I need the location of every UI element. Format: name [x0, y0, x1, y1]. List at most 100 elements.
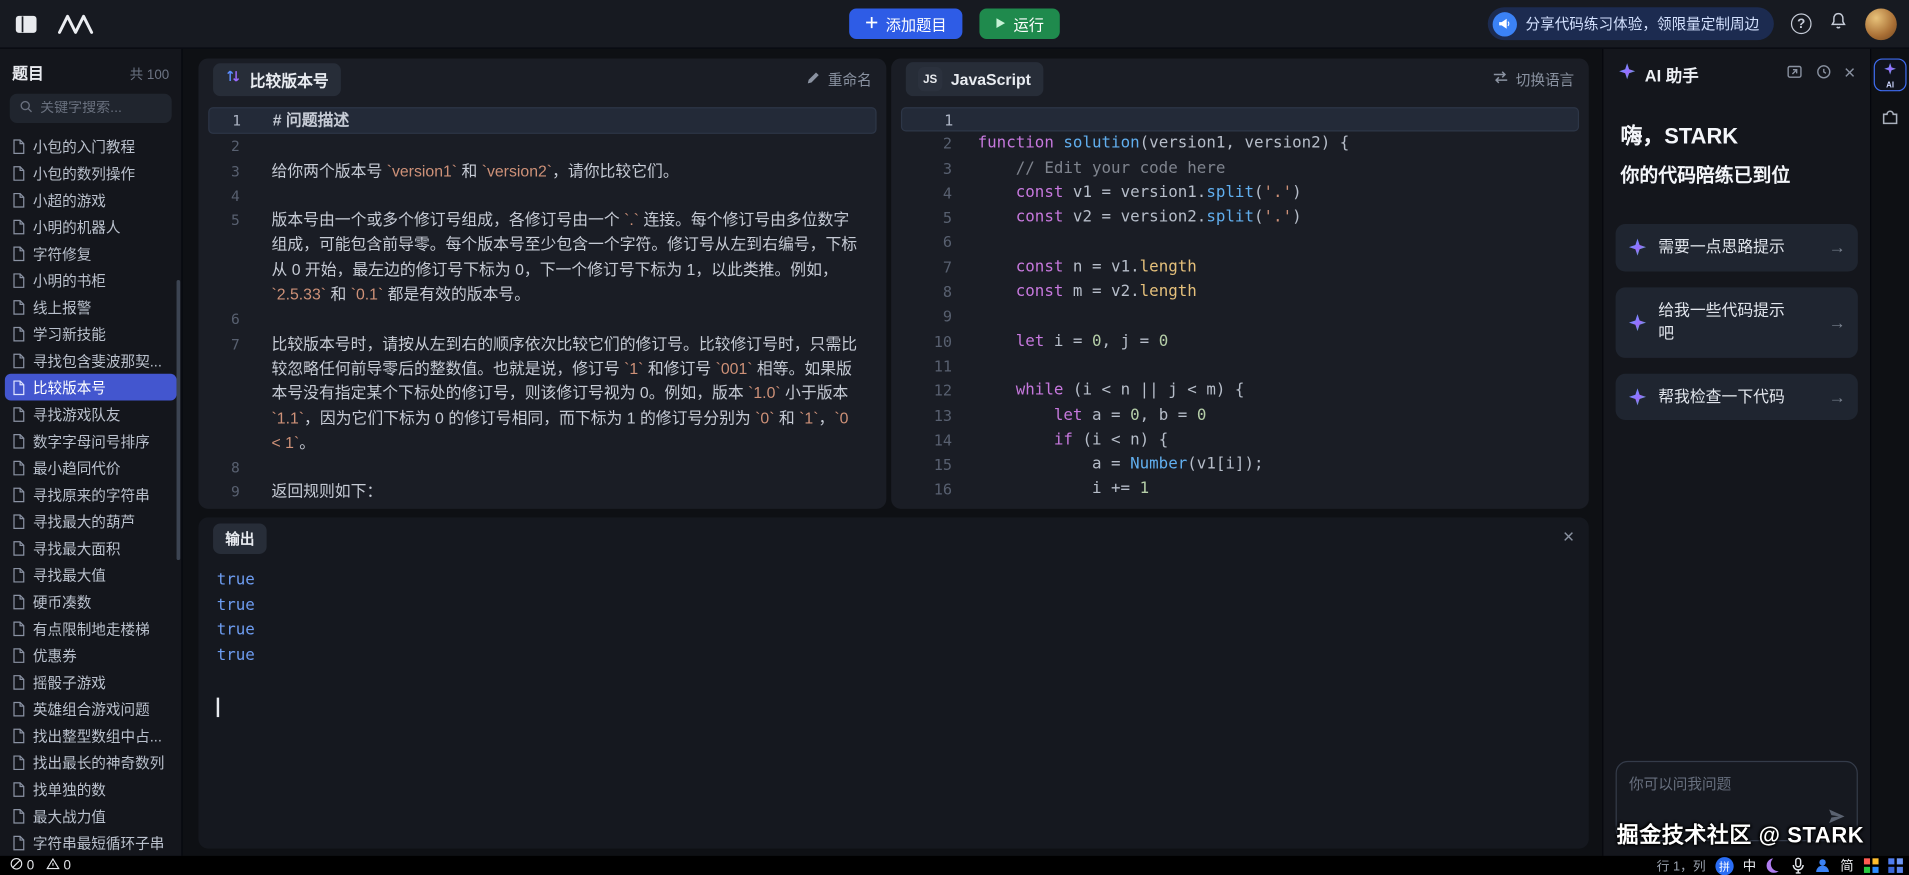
description-line[interactable]: 9 返回规则如下：: [208, 480, 876, 505]
sidebar-scrollbar[interactable]: [176, 280, 181, 561]
sidebar-item-problem[interactable]: 最大战力值: [5, 802, 177, 829]
warnings-indicator[interactable]: 0: [46, 857, 71, 874]
ai-greeting: 嗨，STARK: [1620, 124, 1739, 149]
description-line[interactable]: 3 给你两个版本号 `version1` 和 `version2`，请你比较它们。: [208, 159, 876, 184]
description-text: [252, 307, 877, 332]
close-output-button[interactable]: ×: [1563, 528, 1574, 547]
rename-button[interactable]: 重命名: [806, 69, 872, 90]
sidebar-item-problem[interactable]: 小包的入门教程: [5, 133, 177, 160]
sidebar-item-problem[interactable]: 字符串最短循环子串: [5, 829, 177, 856]
sidebar-item-problem[interactable]: 寻找包含斐波那契...: [5, 347, 177, 374]
arrow-right-icon: →: [1828, 237, 1846, 258]
code-line[interactable]: 16 i += 1: [901, 478, 1579, 503]
language-tab[interactable]: JS JavaScript: [905, 62, 1044, 97]
description-line[interactable]: 8: [208, 456, 876, 481]
sidebar-item-problem[interactable]: 摇骰子游戏: [5, 668, 177, 695]
description-line[interactable]: 2: [208, 134, 876, 159]
code-line[interactable]: 4 const v1 = version1.split('.'): [901, 181, 1579, 206]
sidebar-item-problem[interactable]: 英雄组合游戏问题: [5, 695, 177, 722]
sidebar-item-problem[interactable]: 优惠券: [5, 642, 177, 669]
sidebar-item-problem[interactable]: 寻找游戏队友: [5, 401, 177, 428]
description-line[interactable]: 1 # 问题描述: [208, 107, 877, 135]
sidebar-item-problem[interactable]: 数字字母问号排序: [5, 427, 177, 454]
sidebar-item-problem[interactable]: 小明的书柜: [5, 267, 177, 294]
description-line[interactable]: 5 版本号由一个或多个修订号组成，各修订号由一个 `.` 连接。每个修订号由多位数…: [208, 208, 876, 307]
ai-suggestion-card[interactable]: 帮我检查一下代码 →: [1615, 373, 1858, 421]
sidebar-item-problem[interactable]: 字符修复: [5, 240, 177, 267]
sidebar-item-problem[interactable]: 找出最长的神奇数列: [5, 749, 177, 776]
run-button[interactable]: 运行: [979, 8, 1060, 39]
sidebar-item-problem[interactable]: 寻找最大值: [5, 561, 177, 588]
add-problem-label: 添加题目: [885, 17, 947, 35]
expand-icon[interactable]: [1786, 63, 1803, 86]
ime-lang-icon[interactable]: 中: [1741, 855, 1758, 875]
description-line[interactable]: 4: [208, 184, 876, 209]
promo-banner[interactable]: 分享代码练习体验，领限量定制周边: [1487, 7, 1774, 41]
help-button[interactable]: ?: [1790, 13, 1812, 35]
sidebar-item-problem[interactable]: 寻找原来的字符串: [5, 481, 177, 508]
night-mode-icon[interactable]: [1765, 855, 1782, 875]
sidebar-toggle-icon[interactable]: [15, 14, 38, 33]
ai-assistant-panel: AI 助手 × 嗨，STARK 你的代码陪练已到位 需要一点思路提示 → 给我一些代…: [1602, 48, 1871, 856]
sidebar-item-problem[interactable]: 线上报警: [5, 293, 177, 320]
add-problem-button[interactable]: 添加题目: [849, 8, 963, 39]
sidebar-item-problem[interactable]: 硬币凑数: [5, 588, 177, 615]
close-ai-button[interactable]: ×: [1844, 64, 1855, 84]
code-line[interactable]: 11: [901, 354, 1579, 379]
app-logo-icon[interactable]: [57, 13, 96, 35]
code-line[interactable]: 15 a = Number(v1[i]);: [901, 453, 1579, 478]
ai-suggestion-card[interactable]: 需要一点思路提示 →: [1615, 224, 1858, 272]
code-text: let a = 0, b = 0: [1053, 406, 1207, 425]
errors-indicator[interactable]: 0: [10, 857, 34, 874]
sidebar-item-problem[interactable]: 比较版本号: [4, 373, 177, 401]
rename-label: 重命名: [827, 71, 872, 89]
ai-suggestion-card[interactable]: 给我一些代码提示吧 →: [1615, 287, 1858, 358]
code-line[interactable]: 14 if (i < n) {: [901, 428, 1579, 453]
description-line[interactable]: 6: [208, 307, 876, 332]
switch-language-button[interactable]: 切换语言: [1493, 69, 1574, 90]
sidebar-item-problem[interactable]: 小明的机器人: [5, 213, 177, 240]
sidebar-item-problem[interactable]: 寻找最大面积: [5, 534, 177, 561]
sidebar-item-problem[interactable]: 学习新技能: [5, 320, 177, 347]
description-editor[interactable]: 1 # 问题描述 2 3 给你两个版本号 `version1` 和 `version2`…: [198, 100, 886, 505]
code-line[interactable]: 6: [901, 231, 1579, 256]
code-editor[interactable]: 1 2 function solution(version1, version2) …: [891, 100, 1589, 503]
description-text: [252, 134, 877, 159]
problem-item-label: 最大战力值: [32, 807, 106, 825]
code-line[interactable]: 1: [900, 107, 1580, 132]
description-line[interactable]: 7 比较版本号时，请按从左到右的顺序依次比较它们的修订号。比较修订号时，只需比较忽…: [208, 332, 876, 456]
sidebar-item-problem[interactable]: 有点限制地走楼梯: [5, 615, 177, 642]
app-grid-icon[interactable]: [1863, 855, 1880, 875]
sidebar-item-problem[interactable]: 寻找最大的葫芦: [5, 508, 177, 535]
problem-title-tab[interactable]: 比较版本号: [213, 62, 341, 96]
history-icon[interactable]: [1815, 63, 1832, 86]
account-icon[interactable]: [1814, 855, 1831, 875]
sidebar-item-problem[interactable]: 小超的游戏: [5, 186, 177, 213]
code-line[interactable]: 13 let a = 0, b = 0: [901, 404, 1579, 429]
notifications-button[interactable]: [1829, 11, 1848, 37]
code-line[interactable]: 3 // Edit your code here: [901, 157, 1579, 182]
code-line[interactable]: 2 function solution(version1, version2) {: [901, 132, 1579, 157]
launcher-grid-icon[interactable]: [1887, 855, 1904, 875]
output-area[interactable]: true true true true: [198, 559, 1588, 720]
code-line[interactable]: 10 let i = 0, j = 0: [901, 330, 1579, 355]
extensions-button[interactable]: [1880, 106, 1901, 133]
ime-pinyin-icon[interactable]: 拼: [1715, 855, 1734, 875]
sidebar-item-problem[interactable]: 找单独的数: [5, 776, 177, 803]
user-avatar[interactable]: [1865, 7, 1897, 40]
mic-icon[interactable]: [1790, 855, 1807, 875]
cursor-position-label[interactable]: 行 1，列: [1657, 856, 1706, 874]
code-line[interactable]: 7 const n = v1.length: [901, 255, 1579, 280]
simplified-chinese-icon[interactable]: 简: [1838, 855, 1855, 875]
sidebar-item-problem[interactable]: 最小趋同代价: [5, 454, 177, 481]
ai-tab-button[interactable]: AI: [1873, 58, 1907, 92]
sidebar-item-problem[interactable]: 小包的数列操作: [5, 159, 177, 186]
code-line[interactable]: 12 while (i < n || j < m) {: [901, 379, 1579, 404]
search-box[interactable]: [9, 93, 172, 123]
sidebar-item-problem[interactable]: 找出整型数组中占...: [5, 722, 177, 749]
code-line[interactable]: 9: [901, 305, 1579, 330]
output-tab[interactable]: 输出: [213, 522, 267, 554]
search-input[interactable]: [40, 101, 162, 116]
code-line[interactable]: 5 const v2 = version2.split('.'): [901, 206, 1579, 231]
code-line[interactable]: 8 const m = v2.length: [901, 280, 1579, 305]
